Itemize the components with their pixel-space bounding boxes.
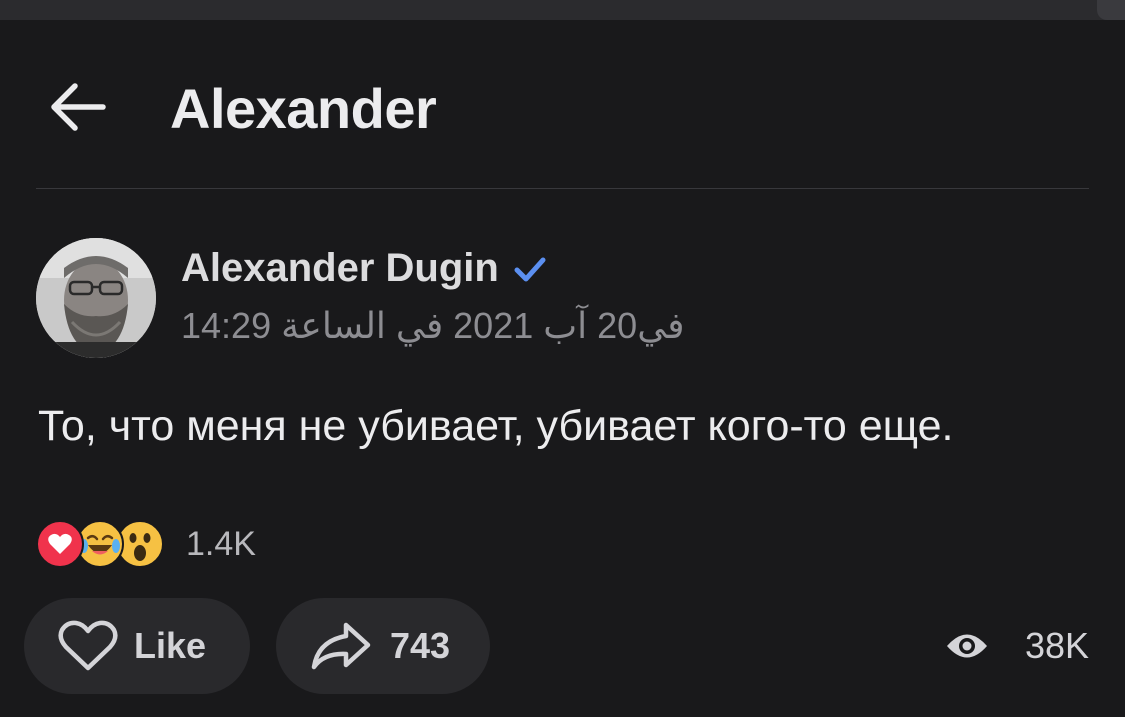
- header: Alexander: [0, 20, 1125, 190]
- page-title: Alexander: [170, 77, 437, 140]
- heart-icon: [36, 520, 84, 568]
- share-button[interactable]: 743: [276, 598, 490, 694]
- views-count: 38K: [1024, 625, 1089, 666]
- author-name: Alexander Dugin: [181, 246, 499, 290]
- author-name-row[interactable]: Alexander Dugin: [181, 246, 547, 291]
- share-arrow-icon: [311, 622, 371, 670]
- like-button[interactable]: Like: [24, 598, 250, 694]
- post-text: То, что меня не убивает, убивает кого-то…: [38, 402, 954, 450]
- like-label: Like: [134, 625, 207, 666]
- reactions-summary[interactable]: 1.4K: [36, 520, 256, 568]
- top-bar-corner: [1097, 0, 1125, 20]
- eye-icon: [946, 634, 987, 658]
- avatar-image: [36, 238, 156, 358]
- post-timestamp[interactable]: في20 آب 2021 في الساعة 14:29: [181, 305, 684, 347]
- top-bar: [0, 0, 1125, 20]
- share-count: 743: [390, 625, 451, 666]
- reaction-count: 1.4K: [186, 524, 256, 563]
- views-indicator: 38K: [945, 620, 1089, 672]
- header-divider: [36, 188, 1089, 189]
- avatar[interactable]: [36, 238, 156, 358]
- heart-outline-icon: [58, 620, 118, 671]
- back-button[interactable]: [46, 80, 110, 134]
- arrow-left-icon: [51, 83, 106, 131]
- verified-check-icon: [513, 254, 547, 284]
